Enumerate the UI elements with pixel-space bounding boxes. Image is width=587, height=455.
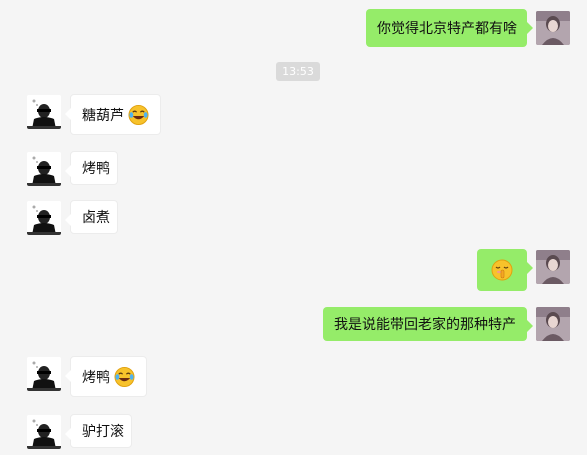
message-text: 糖葫芦 xyxy=(82,107,124,124)
message-bubble-other[interactable]: 烤鸭 xyxy=(65,356,147,397)
other-avatar[interactable] xyxy=(27,95,61,129)
message-bubble-self[interactable] xyxy=(477,249,533,291)
self-avatar[interactable] xyxy=(536,250,570,284)
other-avatar-image xyxy=(27,415,61,449)
message-bubble-other[interactable]: 驴打滚 xyxy=(65,414,132,448)
self-avatar[interactable] xyxy=(536,307,570,341)
laughing-crying-emoji-icon xyxy=(128,104,149,125)
message-bubble-self[interactable]: 我是说能带回老家的那种特产 xyxy=(323,307,533,341)
other-avatar-image xyxy=(27,201,61,235)
message-text: 我是说能带回老家的那种特产 xyxy=(334,317,516,333)
message-text: 烤鸭 xyxy=(82,369,110,386)
message-text: 卤煮 xyxy=(82,210,110,226)
message-text: 你觉得北京特产都有啥 xyxy=(377,21,517,37)
message-bubble-self[interactable]: 你觉得北京特产都有啥 xyxy=(366,9,533,47)
other-avatar-image xyxy=(27,152,61,186)
other-avatar-image xyxy=(27,95,61,129)
self-avatar-image xyxy=(536,307,570,341)
self-avatar[interactable] xyxy=(536,11,570,45)
self-avatar-image xyxy=(536,11,570,45)
other-avatar[interactable] xyxy=(27,201,61,235)
other-avatar-image xyxy=(27,357,61,391)
timestamp: 13:53 xyxy=(276,62,320,81)
laughing-crying-emoji-icon xyxy=(114,366,135,387)
message-text: 驴打滚 xyxy=(82,424,124,440)
other-avatar[interactable] xyxy=(27,152,61,186)
message-bubble-other[interactable]: 烤鸭 xyxy=(65,151,118,185)
other-avatar[interactable] xyxy=(27,357,61,391)
message-bubble-other[interactable]: 卤煮 xyxy=(65,200,118,234)
message-bubble-other[interactable]: 糖葫芦 xyxy=(65,94,161,135)
other-avatar[interactable] xyxy=(27,415,61,449)
self-avatar-image xyxy=(536,250,570,284)
shush-emoji-icon xyxy=(491,259,513,281)
message-text: 烤鸭 xyxy=(82,161,110,177)
